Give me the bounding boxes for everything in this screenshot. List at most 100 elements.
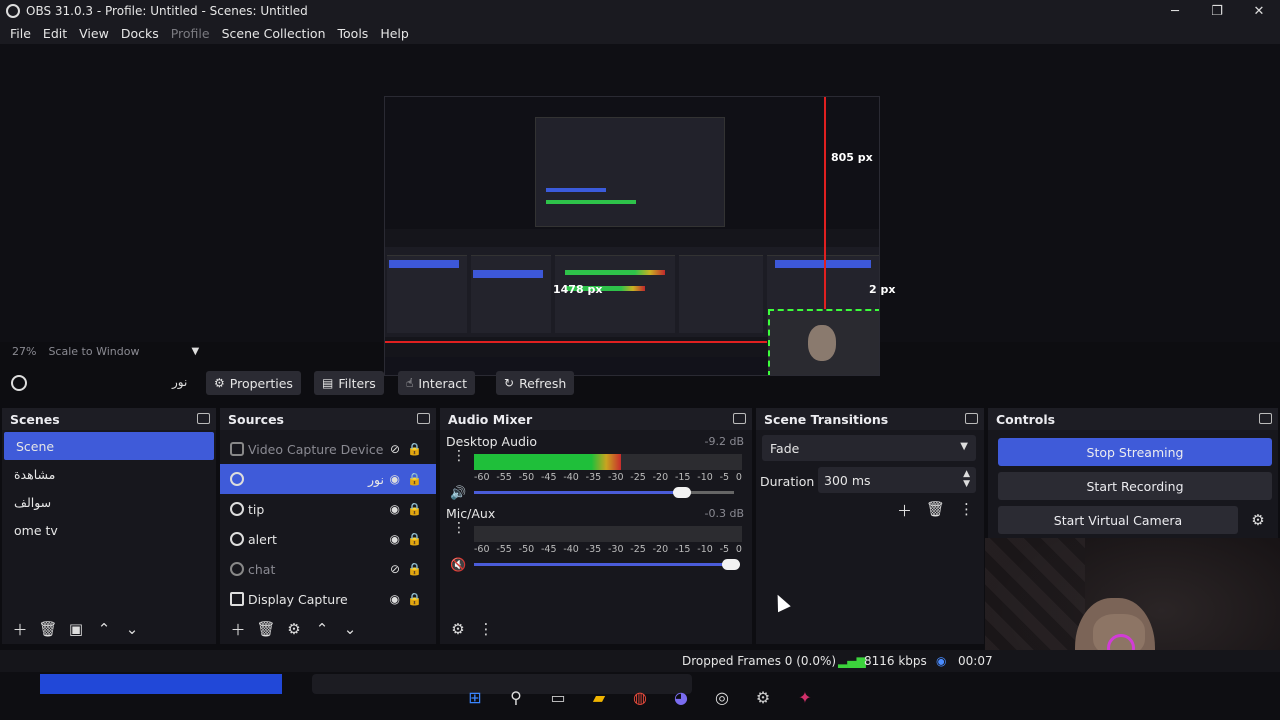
menu-docks[interactable]: Docks (115, 26, 165, 41)
move-down-icon[interactable]: ⌄ (120, 617, 144, 641)
start-virtual-camera-button[interactable]: Start Virtual Camera (998, 506, 1238, 534)
visibility-off-icon[interactable]: ⊘ (390, 562, 400, 576)
speaker-muted-icon[interactable]: 🔇 (450, 558, 466, 573)
signal-bars-icon: ▂▄▆ (838, 654, 866, 668)
source-item[interactable]: Video Capture Device ⊘ 🔒 (220, 434, 436, 464)
remove-scene-icon[interactable]: 🗑 (36, 617, 60, 641)
move-up-icon[interactable]: ⌃ (310, 617, 334, 641)
remove-source-icon[interactable]: 🗑 (254, 617, 278, 641)
minimize-button[interactable]: ─ (1154, 0, 1196, 22)
app-taskbar-icon[interactable]: ✦ (793, 686, 817, 708)
source-properties-icon[interactable]: ⚙ (282, 617, 306, 641)
source-item[interactable]: نور ◉ 🔒 (220, 464, 436, 494)
start-recording-button[interactable]: Start Recording (998, 472, 1272, 500)
move-up-icon[interactable]: ⌃ (92, 617, 116, 641)
undock-icon[interactable] (965, 413, 978, 424)
source-item[interactable]: tip ◉ 🔒 (220, 494, 436, 524)
scale-tick-label: -60 (474, 544, 490, 555)
undock-icon[interactable] (733, 413, 746, 424)
undock-icon[interactable] (197, 413, 210, 424)
visibility-icon[interactable]: ◉ (390, 592, 400, 606)
stop-streaming-button[interactable]: Stop Streaming (998, 438, 1272, 466)
source-item[interactable]: Display Capture ◉ 🔒 (220, 584, 436, 614)
lock-icon[interactable]: 🔒 (407, 442, 422, 456)
bitrate: 8116 kbps (864, 654, 927, 668)
meter-scale: -60 -55 -50 -45 -40 -35 -30 -25 -20 -15 -10 -5 0 (474, 544, 742, 555)
scale-tick-label: -25 (630, 544, 646, 555)
properties-button[interactable]: ⚙ Properties (206, 371, 301, 395)
duration-input[interactable]: 300 ms ▲ ▼ (818, 467, 976, 493)
source-item[interactable]: chat ⊘ 🔒 (220, 554, 436, 584)
spinner-icon[interactable]: ▲ ▼ (963, 469, 970, 489)
scene-item[interactable]: ome tv (2, 516, 216, 544)
volume-slider[interactable] (474, 559, 741, 570)
add-transition-icon[interactable]: ＋ (897, 500, 912, 521)
volume-slider[interactable] (474, 487, 734, 498)
mixer-menu-icon[interactable]: ⋮ (474, 617, 498, 641)
obs-taskbar-icon[interactable]: ◎ (710, 686, 734, 708)
filters-button[interactable]: ▤ Filters (314, 371, 384, 395)
selected-source-name: نور (172, 375, 188, 389)
advanced-audio-icon[interactable]: ⚙ (446, 617, 470, 641)
discord-icon[interactable]: ◕ (669, 686, 693, 708)
settings-taskbar-icon[interactable]: ⚙ (751, 686, 775, 708)
channel-menu-icon[interactable]: ⋮ (452, 449, 466, 463)
menu-tools[interactable]: Tools (332, 26, 375, 41)
menu-help[interactable]: Help (374, 26, 415, 41)
lock-icon[interactable]: 🔒 (407, 562, 422, 576)
undock-icon[interactable] (1259, 413, 1272, 424)
chrome-icon[interactable]: ◍ (628, 686, 652, 708)
menu-scene-collection[interactable]: Scene Collection (216, 26, 332, 41)
visibility-off-icon[interactable]: ⊘ (390, 442, 400, 456)
visibility-icon[interactable]: ◉ (390, 532, 400, 546)
visibility-icon[interactable]: ◉ (390, 502, 400, 516)
dropped-frames: Dropped Frames 0 (0.0%) (682, 654, 837, 668)
preview-area[interactable]: 805 px 1478 px 2 px (0, 44, 1280, 376)
guide-line-vertical (824, 97, 826, 309)
lock-icon[interactable]: 🔒 (407, 472, 422, 486)
transition-select[interactable]: Fade ▼ (762, 435, 976, 461)
meter-level (474, 454, 622, 470)
lock-icon[interactable]: 🔒 (407, 532, 422, 546)
scale-tick-label: -50 (518, 544, 535, 555)
scene-item[interactable]: Scene (4, 432, 214, 460)
scene-filters-icon[interactable]: ▣ (64, 617, 88, 641)
menu-edit[interactable]: Edit (37, 26, 73, 41)
title-bar: OBS 31.0.3 - Profile: Untitled - Scenes:… (0, 0, 1280, 22)
camera-icon (230, 442, 244, 456)
scale-tick-label: -40 (563, 472, 579, 483)
scene-item[interactable]: مشاهدة (2, 460, 216, 488)
maximize-button[interactable]: ❐ (1196, 0, 1238, 22)
refresh-button[interactable]: ↻ Refresh (496, 371, 575, 395)
add-scene-icon[interactable]: ＋ (8, 617, 32, 641)
menu-profile[interactable]: Profile (165, 26, 216, 41)
interact-button[interactable]: ☝ Interact (398, 371, 476, 395)
undock-icon[interactable] (417, 413, 430, 424)
channel-menu-icon[interactable]: ⋮ (452, 521, 466, 535)
scale-tick-label: -10 (697, 472, 713, 483)
remove-transition-icon[interactable]: 🗑 (926, 500, 945, 521)
lock-icon[interactable]: 🔒 (407, 592, 422, 606)
search-icon[interactable]: ⚲ (504, 686, 528, 708)
windows-start-icon[interactable]: ⊞ (463, 686, 487, 708)
add-source-icon[interactable]: ＋ (226, 617, 250, 641)
visibility-icon[interactable]: ◉ (390, 472, 400, 486)
speaker-icon[interactable]: 🔊 (450, 486, 466, 501)
task-view-icon[interactable]: ▭ (546, 686, 570, 708)
close-button[interactable]: ✕ (1238, 0, 1280, 22)
scene-item[interactable]: سوالف (2, 488, 216, 516)
transition-menu-icon[interactable]: ⋮ (959, 500, 974, 521)
virtual-camera-settings-icon[interactable]: ⚙ (1244, 506, 1272, 534)
move-down-icon[interactable]: ⌄ (338, 617, 362, 641)
source-item[interactable]: alert ◉ 🔒 (220, 524, 436, 554)
menu-file[interactable]: File (4, 26, 37, 41)
measure-left-label: 1478 px (553, 283, 603, 296)
zoom-mode[interactable]: Scale to Window (48, 345, 139, 358)
file-explorer-icon[interactable]: ▰ (587, 686, 611, 708)
scale-tick-label: -50 (518, 472, 535, 483)
sources-footer: ＋ 🗑 ⚙ ⌃ ⌄ (220, 614, 436, 644)
preview-canvas[interactable] (384, 96, 880, 376)
lock-icon[interactable]: 🔒 (407, 502, 422, 516)
zoom-dropdown-icon[interactable]: ▼ (191, 346, 199, 357)
menu-view[interactable]: View (73, 26, 115, 41)
